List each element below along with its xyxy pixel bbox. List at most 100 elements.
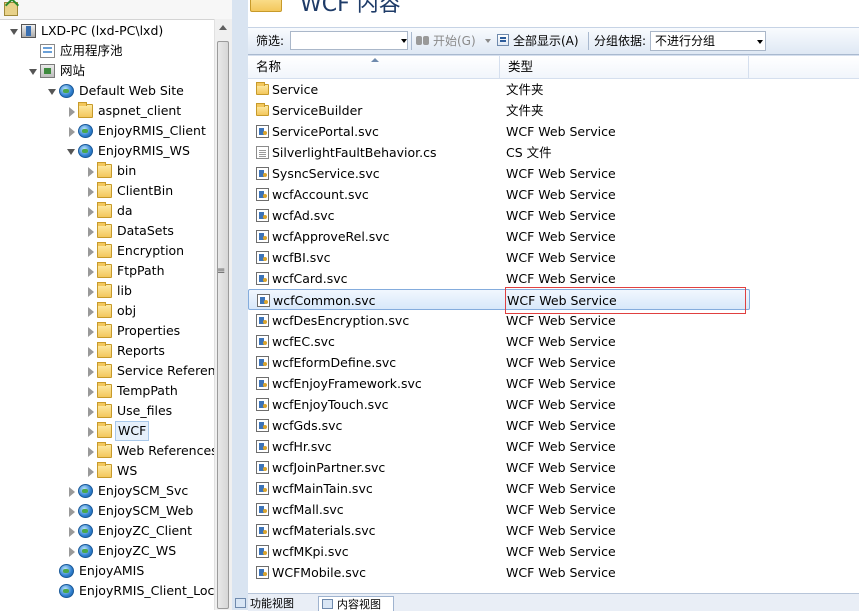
filter-dropdown-icon[interactable] bbox=[401, 39, 407, 43]
list-item[interactable]: wcfDesEncryption.svc WCF Web Service bbox=[248, 310, 750, 331]
folder-icon bbox=[97, 462, 112, 478]
list-item[interactable]: WCFMobile.svc WCF Web Service bbox=[248, 562, 750, 583]
svc-file-icon bbox=[256, 566, 269, 579]
folder-icon bbox=[256, 103, 269, 116]
tree-node-label: EnjoyRMIS_Client bbox=[98, 123, 206, 138]
tab-features-view[interactable]: 功能视图 bbox=[232, 596, 310, 611]
expand-arrow-icon[interactable] bbox=[69, 507, 75, 517]
item-name: wcfEnjoyFramework.svc bbox=[272, 376, 422, 391]
list-item[interactable]: wcfGds.svc WCF Web Service bbox=[248, 415, 750, 436]
list-item[interactable]: wcfMaterials.svc WCF Web Service bbox=[248, 520, 750, 541]
item-name: wcfMainTain.svc bbox=[272, 481, 373, 496]
list-item[interactable]: wcfCommon.svc WCF Web Service bbox=[248, 289, 750, 310]
expand-arrow-icon[interactable] bbox=[69, 127, 75, 137]
list-item[interactable]: Service 文件夹 bbox=[248, 79, 750, 100]
collapse-arrow-icon[interactable] bbox=[29, 69, 37, 75]
list-item[interactable]: wcfAd.svc WCF Web Service bbox=[248, 205, 750, 226]
start-button[interactable]: 开始(G) bbox=[433, 28, 476, 54]
filter-input[interactable] bbox=[290, 31, 408, 50]
connect-icon[interactable] bbox=[4, 2, 18, 16]
svc-file-icon bbox=[256, 230, 269, 243]
expand-arrow-icon[interactable] bbox=[88, 327, 94, 337]
expand-arrow-icon[interactable] bbox=[88, 207, 94, 217]
folder-icon bbox=[97, 262, 112, 278]
svc-file-icon bbox=[256, 419, 269, 432]
collapse-arrow-icon[interactable] bbox=[10, 29, 18, 35]
expand-arrow-icon[interactable] bbox=[88, 287, 94, 297]
show-all-button[interactable]: 全部显示(A) bbox=[513, 28, 579, 54]
list-item[interactable]: ServiceBuilder 文件夹 bbox=[248, 100, 750, 121]
expand-arrow-icon[interactable] bbox=[88, 167, 94, 177]
collapse-arrow-icon[interactable] bbox=[48, 89, 56, 95]
folder-icon bbox=[97, 202, 112, 218]
column-header-name[interactable]: 名称 bbox=[248, 56, 500, 78]
list-item[interactable]: wcfJoinPartner.svc WCF Web Service bbox=[248, 457, 750, 478]
svc-file-icon bbox=[256, 314, 269, 327]
group-by-select[interactable]: 不进行分组 bbox=[650, 31, 766, 51]
list-item[interactable]: wcfMall.svc WCF Web Service bbox=[248, 499, 750, 520]
scroll-up-icon[interactable] bbox=[219, 25, 227, 30]
column-header-type[interactable]: 类型 bbox=[500, 56, 749, 78]
item-name: Service bbox=[272, 82, 319, 97]
item-type: 文件夹 bbox=[506, 82, 544, 97]
item-type: WCF Web Service bbox=[506, 481, 616, 496]
item-type: WCF Web Service bbox=[506, 544, 616, 559]
expand-arrow-icon[interactable] bbox=[88, 367, 94, 377]
pane-splitter[interactable] bbox=[232, 0, 248, 610]
list-item[interactable]: wcfBI.svc WCF Web Service bbox=[248, 247, 750, 268]
list-item[interactable]: wcfApproveRel.svc WCF Web Service bbox=[248, 226, 750, 247]
folder-icon bbox=[97, 342, 112, 358]
item-name: wcfMall.svc bbox=[272, 502, 344, 517]
expand-arrow-icon[interactable] bbox=[88, 387, 94, 397]
expand-arrow-icon[interactable] bbox=[88, 187, 94, 197]
list-item[interactable]: wcfMKpi.svc WCF Web Service bbox=[248, 541, 750, 562]
group-by-dropdown-icon[interactable] bbox=[757, 40, 763, 44]
scrollbar-thumb[interactable] bbox=[217, 41, 229, 609]
list-item[interactable]: wcfHr.svc WCF Web Service bbox=[248, 436, 750, 457]
svc-file-icon bbox=[256, 440, 269, 453]
expand-arrow-icon[interactable] bbox=[69, 547, 75, 557]
expand-arrow-icon[interactable] bbox=[88, 427, 94, 437]
expand-arrow-icon[interactable] bbox=[88, 467, 94, 477]
tree-scrollbar[interactable]: ≡ bbox=[214, 19, 232, 610]
expand-arrow-icon[interactable] bbox=[88, 307, 94, 317]
tree-node-label: 应用程序池 bbox=[60, 43, 123, 58]
start-dropdown-icon[interactable] bbox=[485, 39, 491, 43]
toolbar-separator bbox=[411, 32, 412, 50]
list-item[interactable]: SysncService.svc WCF Web Service bbox=[248, 163, 750, 184]
tab-content-view[interactable]: 内容视图 bbox=[318, 596, 394, 611]
expand-arrow-icon[interactable] bbox=[69, 487, 75, 497]
svc-file-icon bbox=[256, 272, 269, 285]
expand-arrow-icon[interactable] bbox=[69, 107, 75, 117]
item-type: WCF Web Service bbox=[506, 208, 616, 223]
list-item[interactable]: SilverlightFaultBehavior.cs CS 文件 bbox=[248, 142, 750, 163]
collapse-arrow-icon[interactable] bbox=[67, 149, 75, 155]
list-item[interactable]: wcfEC.svc WCF Web Service bbox=[248, 331, 750, 352]
folder-icon bbox=[97, 422, 112, 438]
expand-arrow-icon[interactable] bbox=[88, 267, 94, 277]
scroll-grip-icon: ≡ bbox=[217, 266, 226, 277]
list-item[interactable]: wcfAccount.svc WCF Web Service bbox=[248, 184, 750, 205]
list-item[interactable]: wcfMainTain.svc WCF Web Service bbox=[248, 478, 750, 499]
tree-node-label: Default Web Site bbox=[79, 83, 184, 98]
expand-arrow-icon[interactable] bbox=[88, 407, 94, 417]
list-item[interactable]: ServicePortal.svc WCF Web Service bbox=[248, 121, 750, 142]
list-item[interactable]: wcfEnjoyFramework.svc WCF Web Service bbox=[248, 373, 750, 394]
column-header-name-label: 名称 bbox=[256, 59, 282, 74]
item-type: CS 文件 bbox=[506, 145, 552, 160]
expand-arrow-icon[interactable] bbox=[88, 227, 94, 237]
tree-node-label: Encryption bbox=[117, 243, 185, 258]
folder-icon bbox=[97, 442, 112, 458]
expand-arrow-icon[interactable] bbox=[69, 527, 75, 537]
expand-arrow-icon[interactable] bbox=[88, 447, 94, 457]
svc-file-icon bbox=[256, 125, 269, 138]
item-type: WCF Web Service bbox=[506, 355, 616, 370]
list-item[interactable]: wcfCard.svc WCF Web Service bbox=[248, 268, 750, 289]
expand-arrow-icon[interactable] bbox=[88, 347, 94, 357]
tree-node-label: Service Referen bbox=[117, 363, 216, 378]
svc-file-icon bbox=[256, 209, 269, 222]
expand-arrow-icon[interactable] bbox=[88, 247, 94, 257]
list-item[interactable]: wcfEformDefine.svc WCF Web Service bbox=[248, 352, 750, 373]
list-item[interactable]: wcfEnjoyTouch.svc WCF Web Service bbox=[248, 394, 750, 415]
svc-file-icon bbox=[256, 524, 269, 537]
